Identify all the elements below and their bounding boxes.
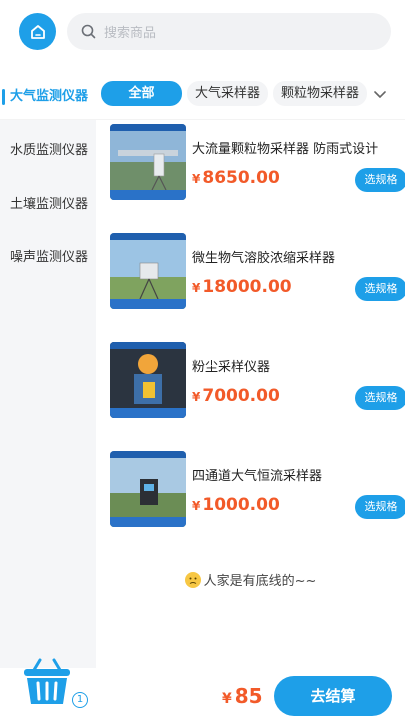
price-value: 7000.00: [202, 386, 280, 406]
price-value: 18000.00: [202, 277, 292, 297]
product-image: [110, 233, 186, 309]
search-icon: [81, 24, 96, 39]
product-image: [110, 451, 186, 527]
home-icon: [30, 24, 45, 39]
sub-tab-air-sampler[interactable]: 大气采样器: [187, 81, 269, 106]
product-image: [110, 124, 186, 200]
end-of-list-note: 人家是有底线的~~: [96, 570, 405, 589]
cart-bar: 1 ¥85 去结算: [0, 658, 405, 720]
product-list: 大流量颗粒物采样器 防雨式设计 ¥8650.00 选规格 微生物气溶胶浓缩采样器…: [96, 120, 405, 668]
select-spec-button[interactable]: 选规格: [355, 168, 405, 192]
product-price: ¥7000.00: [192, 386, 280, 406]
product-name: 微生物气溶胶浓缩采样器: [192, 251, 336, 266]
product-card[interactable]: 微生物气溶胶浓缩采样器 ¥18000.00 选规格: [110, 233, 405, 313]
sidebar-item-noise[interactable]: 噪声监测仪器: [10, 246, 88, 265]
total-value: 85: [234, 684, 263, 708]
currency-symbol: ¥: [192, 281, 201, 295]
active-category[interactable]: 大气监测仪器: [0, 86, 88, 108]
cart-basket-icon[interactable]: [20, 656, 74, 710]
product-name: 四通道大气恒流采样器: [192, 469, 323, 484]
product-card[interactable]: 四通道大气恒流采样器 ¥1000.00 选规格: [110, 451, 405, 531]
sidebar-item-soil[interactable]: 土壤监测仪器: [10, 193, 88, 212]
product-price: ¥1000.00: [192, 495, 280, 515]
search-placeholder: 搜索商品: [104, 26, 157, 41]
price-value: 1000.00: [202, 495, 280, 515]
end-note-text: 人家是有底线的~~: [203, 574, 317, 589]
product-name: 粉尘采样仪器: [192, 360, 271, 375]
sub-tab-particle-sampler[interactable]: 颗粒物采样器: [273, 81, 368, 106]
select-spec-button[interactable]: 选规格: [355, 495, 405, 519]
price-value: 8650.00: [202, 168, 280, 188]
product-name: 大流量颗粒物采样器 防雨式设计: [192, 142, 379, 157]
sub-category-tabs: 全部 大气采样器 颗粒物采样器: [101, 81, 368, 106]
sidebar-item-water[interactable]: 水质监测仪器: [10, 139, 88, 158]
category-sidebar: 水质监测仪器 土壤监测仪器 噪声监测仪器: [0, 120, 96, 668]
cart-count-badge: 1: [72, 692, 88, 708]
select-spec-button[interactable]: 选规格: [355, 277, 405, 301]
currency-symbol: ¥: [192, 499, 201, 513]
chevron-down-icon[interactable]: [372, 86, 388, 102]
cart-total: ¥85: [222, 684, 263, 708]
currency-symbol: ¥: [222, 691, 232, 707]
product-price: ¥8650.00: [192, 168, 280, 188]
product-card[interactable]: 粉尘采样仪器 ¥7000.00 选规格: [110, 342, 405, 422]
currency-symbol: ¥: [192, 390, 201, 404]
home-button[interactable]: [19, 13, 56, 50]
search-input[interactable]: 搜索商品: [67, 13, 391, 50]
product-card[interactable]: 大流量颗粒物采样器 防雨式设计 ¥8650.00 选规格: [110, 124, 405, 204]
sad-face-icon: [184, 572, 201, 588]
top-header: 搜索商品: [0, 0, 405, 66]
currency-symbol: ¥: [192, 172, 201, 186]
select-spec-button[interactable]: 选规格: [355, 386, 405, 410]
checkout-button[interactable]: 去结算: [274, 676, 392, 716]
sub-tab-all[interactable]: 全部: [101, 81, 182, 106]
product-image: [110, 342, 186, 418]
category-row: 大气监测仪器 全部 大气采样器 颗粒物采样器: [0, 66, 405, 120]
product-price: ¥18000.00: [192, 277, 292, 297]
